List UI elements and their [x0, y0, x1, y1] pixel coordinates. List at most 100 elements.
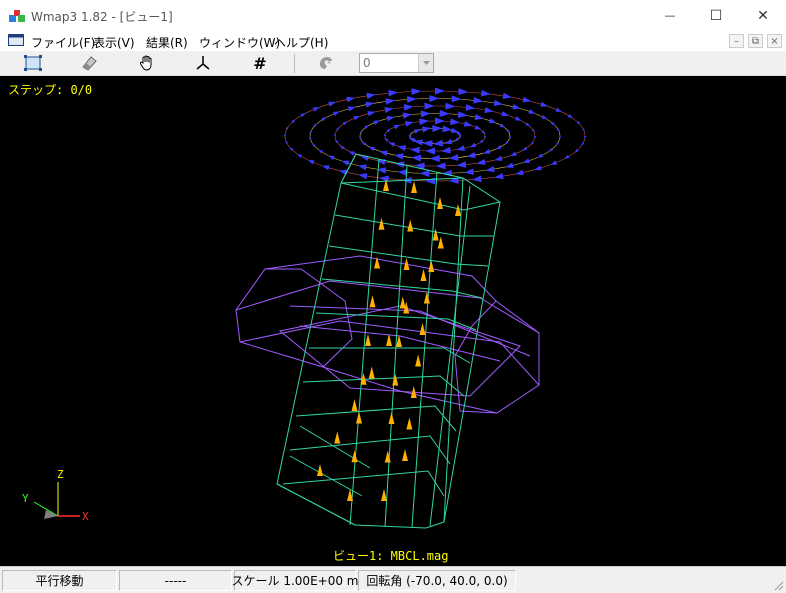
- axis-x-label: X: [82, 510, 89, 523]
- field-arrow: [369, 295, 376, 308]
- chevron-down-icon[interactable]: [418, 54, 433, 72]
- field-arrow: [407, 219, 414, 232]
- disk-field-arrows: [283, 87, 587, 185]
- axis-triad: Z X Y: [22, 468, 89, 523]
- field-arrow: [528, 109, 536, 114]
- field-arrow: [422, 139, 433, 147]
- ring-mesh: [235, 255, 540, 414]
- view-canvas[interactable]: Z X Y ステップ: 0/0 ビュー1: MBCL.mag: [0, 76, 786, 566]
- field-arrow: [465, 104, 476, 111]
- axes-button[interactable]: [190, 52, 216, 74]
- field-arrow: [420, 110, 431, 118]
- field-arrow: [433, 139, 444, 147]
- menu-help[interactable]: ヘルプ(H): [274, 34, 328, 51]
- mdi-minimize-button[interactable]: –: [729, 34, 744, 48]
- menu-view[interactable]: 表示(V): [93, 34, 135, 51]
- field-arrow: [481, 89, 491, 97]
- field-arrow: [450, 118, 460, 126]
- field-arrow: [474, 125, 482, 130]
- fit-view-button[interactable]: [20, 52, 46, 74]
- field-arrow: [510, 151, 517, 157]
- field-arrow: [419, 323, 426, 335]
- field-arrow: [285, 140, 288, 144]
- field-arrow: [457, 111, 468, 118]
- grid-button[interactable]: #: [247, 52, 273, 74]
- field-arrow: [392, 373, 399, 386]
- mdi-close-button[interactable]: ×: [767, 34, 782, 48]
- resize-grip-icon[interactable]: [772, 579, 784, 591]
- field-arrow: [359, 130, 362, 134]
- field-arrow: [512, 103, 521, 110]
- field-arrow: [485, 165, 495, 173]
- field-arrow: [348, 151, 355, 156]
- child-window-icon[interactable]: [8, 34, 24, 47]
- eraser-button[interactable]: [76, 52, 102, 74]
- field-arrow: [505, 162, 514, 169]
- field-arrow: [283, 133, 287, 136]
- field-arrow: [285, 125, 289, 130]
- field-arrow: [556, 142, 560, 146]
- field-arrow: [533, 136, 537, 139]
- menu-window[interactable]: ウィンドウ(W): [199, 34, 280, 51]
- field-arrow: [440, 146, 451, 154]
- field-arrow: [335, 139, 339, 143]
- field-arrow: [309, 136, 312, 140]
- field-arrow: [419, 169, 430, 177]
- column-field-arrows: [317, 179, 461, 501]
- field-scene[interactable]: Z X Y: [0, 76, 786, 566]
- field-arrow: [419, 118, 430, 126]
- field-arrow: [318, 149, 324, 154]
- mdi-restore-button[interactable]: ⧉: [748, 34, 763, 48]
- field-arrow: [393, 124, 401, 130]
- field-arrow: [435, 162, 446, 170]
- step-select[interactable]: 0: [359, 53, 434, 73]
- axis-z-label: Z: [57, 468, 64, 481]
- field-arrow: [367, 111, 376, 117]
- pan-button[interactable]: [134, 52, 160, 74]
- field-arrow: [453, 137, 459, 142]
- minimize-button[interactable]: —: [647, 0, 693, 31]
- field-arrow: [540, 101, 549, 107]
- app-logo-icon: [9, 10, 25, 22]
- menu-results[interactable]: 結果(R): [146, 34, 188, 51]
- field-arrow: [406, 417, 413, 430]
- field-arrow: [493, 99, 504, 107]
- field-arrow: [359, 135, 362, 140]
- field-arrow: [394, 153, 404, 160]
- field-arrow: [413, 129, 421, 134]
- field-arrow: [328, 101, 337, 107]
- field-arrow: [384, 106, 394, 114]
- field-arrow: [411, 88, 422, 96]
- field-arrow: [541, 114, 548, 120]
- field-arrow: [484, 106, 494, 114]
- menu-file[interactable]: ファイル(F): [31, 34, 95, 51]
- field-arrow: [300, 112, 306, 118]
- maximize-button[interactable]: ☐: [693, 0, 739, 31]
- field-arrow: [339, 145, 345, 150]
- field-arrow: [386, 334, 392, 346]
- field-arrow: [581, 142, 585, 147]
- field-arrow: [444, 138, 453, 145]
- field-arrow: [458, 88, 469, 96]
- field-arrow: [333, 111, 340, 117]
- field-arrow: [409, 131, 413, 136]
- close-button[interactable]: ✕: [740, 0, 786, 31]
- field-arrow: [499, 123, 506, 128]
- field-arrow: [342, 121, 348, 126]
- field-arrow: [522, 158, 530, 163]
- field-arrow: [429, 154, 440, 162]
- step-indicator: ステップ: 0/0: [8, 83, 93, 97]
- field-arrow: [456, 145, 466, 151]
- field-arrow: [435, 87, 445, 95]
- field-arrow: [365, 101, 375, 108]
- field-arrow: [437, 197, 443, 209]
- field-arrow: [501, 111, 510, 117]
- field-arrow: [353, 115, 360, 121]
- rotate-button[interactable]: [313, 52, 339, 74]
- field-arrow: [317, 464, 323, 476]
- rotate-disabled-icon: [320, 57, 332, 69]
- field-arrow: [408, 137, 416, 143]
- field-arrow: [439, 110, 450, 118]
- field-arrow: [473, 97, 484, 104]
- field-arrow: [321, 165, 330, 171]
